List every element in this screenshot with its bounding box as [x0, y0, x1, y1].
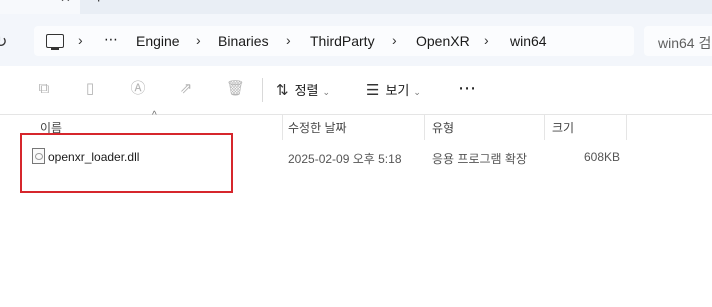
chevron-right-icon[interactable]: ›: [78, 32, 83, 48]
address-row: ↻ › ⋯ Engine › Binaries › ThirdParty › O…: [0, 14, 712, 66]
file-modified: 2025-02-09 오후 5:18: [288, 152, 402, 166]
breadcrumb-openxr[interactable]: OpenXR: [416, 33, 470, 49]
file-type: 응용 프로그램 확장: [432, 152, 527, 166]
more-options-icon[interactable]: ⋯: [458, 78, 477, 99]
search-placeholder: win64 검: [658, 35, 712, 51]
chevron-down-icon: ⌄: [413, 87, 421, 97]
column-divider[interactable]: [544, 114, 545, 140]
refresh-icon[interactable]: ↻: [0, 32, 7, 52]
highlight-box: [20, 133, 233, 193]
breadcrumb-overflow[interactable]: ⋯: [104, 31, 118, 48]
column-header-modified[interactable]: 수정한 날짜: [288, 119, 347, 136]
search-box[interactable]: win64 검: [644, 26, 712, 56]
sort-icon: ⇅: [276, 82, 289, 99]
chevron-right-icon[interactable]: ›: [196, 32, 201, 48]
tab-strip: ✕ +: [0, 0, 712, 14]
view-button[interactable]: ☰ 보기 ⌄: [366, 80, 421, 99]
this-pc-icon[interactable]: [46, 34, 64, 50]
address-bar[interactable]: › ⋯ Engine › Binaries › ThirdParty › Ope…: [34, 26, 634, 56]
column-header-type[interactable]: 유형: [432, 119, 454, 136]
breadcrumb-win64[interactable]: win64: [510, 33, 547, 49]
rename-icon[interactable]: Ⓐ: [130, 80, 146, 98]
breadcrumb-engine[interactable]: Engine: [136, 33, 180, 49]
chevron-right-icon[interactable]: ›: [392, 32, 397, 48]
share-icon[interactable]: ⇗: [178, 80, 194, 98]
new-tab-icon[interactable]: +: [94, 0, 103, 8]
sort-ascending-icon: ^: [152, 110, 157, 121]
column-divider[interactable]: [626, 114, 627, 140]
paste-icon[interactable]: ▯: [82, 80, 98, 98]
breadcrumb-binaries[interactable]: Binaries: [218, 33, 269, 49]
sort-label: 정렬: [294, 83, 319, 98]
view-label: 보기: [385, 83, 410, 98]
column-divider[interactable]: [424, 114, 425, 140]
chevron-right-icon[interactable]: ›: [286, 32, 291, 48]
file-size: 608KB: [584, 150, 621, 164]
delete-icon[interactable]: 🗑: [226, 80, 245, 98]
toolbar-divider: [262, 78, 263, 102]
column-divider[interactable]: [282, 114, 283, 140]
tab-close-icon[interactable]: ✕: [60, 0, 71, 6]
command-bar: ⧉ ▯ Ⓐ ⇗ 🗑 ⇅ 정렬 ⌄ ☰ 보기 ⌄ ⋯: [0, 66, 712, 115]
column-header-size[interactable]: 크기: [552, 119, 574, 136]
sort-button[interactable]: ⇅ 정렬 ⌄: [276, 80, 330, 99]
view-icon: ☰: [366, 82, 380, 99]
chevron-down-icon: ⌄: [322, 87, 331, 97]
breadcrumb-thirdparty[interactable]: ThirdParty: [310, 33, 375, 49]
copy-icon[interactable]: ⧉: [36, 80, 52, 98]
chevron-right-icon[interactable]: ›: [484, 32, 489, 48]
